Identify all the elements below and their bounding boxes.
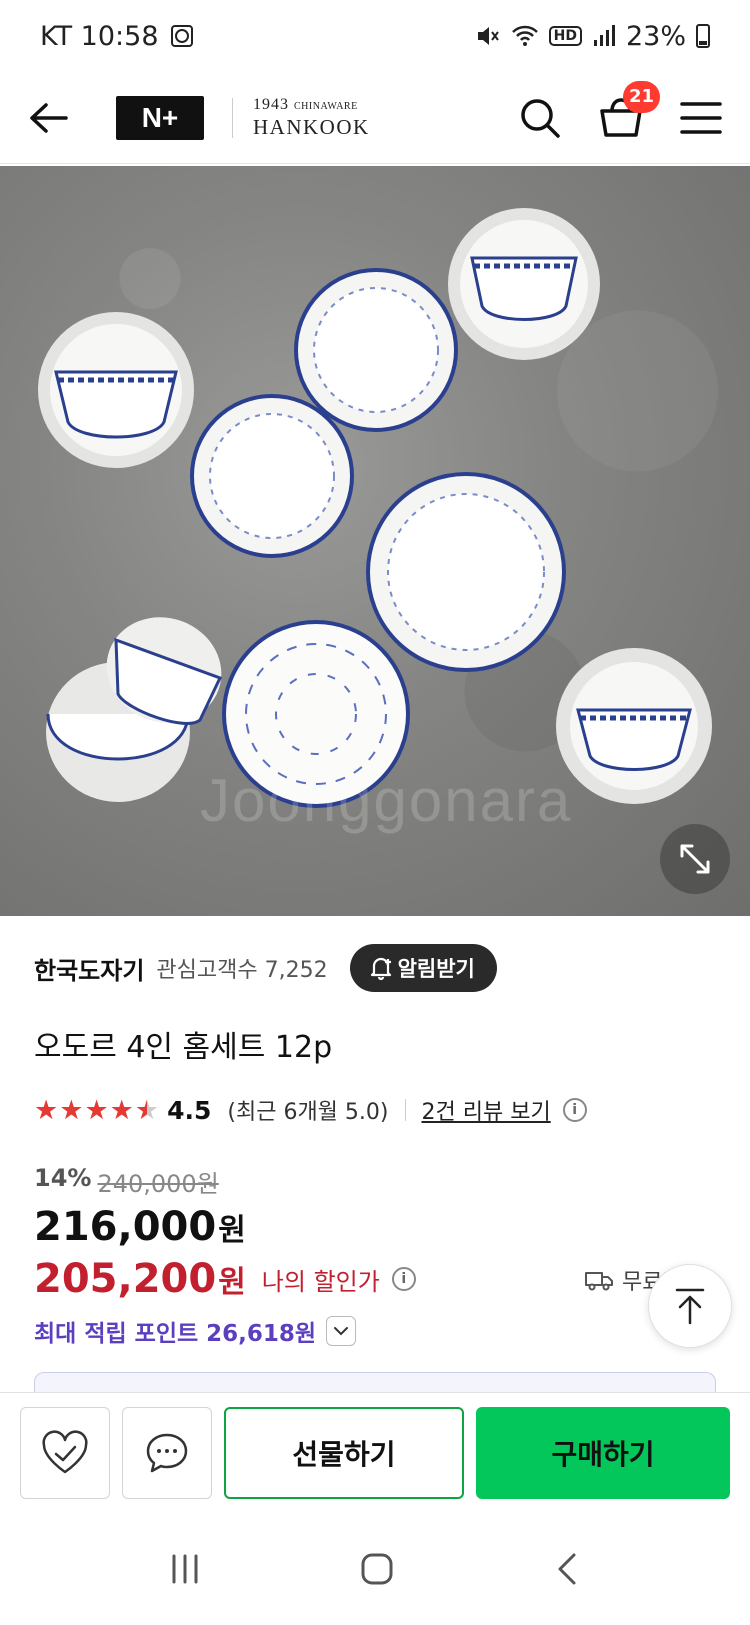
points-expand-button[interactable] bbox=[326, 1316, 357, 1346]
rating-score: 4.5 bbox=[167, 1095, 212, 1125]
buy-button[interactable]: 구매하기 bbox=[476, 1406, 731, 1499]
status-left: KT 10:58 bbox=[40, 21, 193, 52]
battery-icon bbox=[696, 24, 710, 48]
brand-logo[interactable]: 1943 CHINAWARE HANKOOK bbox=[253, 97, 370, 138]
watermark: Joonggonara bbox=[200, 767, 573, 834]
seller-name[interactable]: 한국도자기 bbox=[34, 951, 144, 986]
status-right: HD 23% bbox=[475, 21, 710, 52]
brand-sub: CHINAWARE bbox=[294, 101, 358, 112]
status-bar: KT 10:58 HD 23% bbox=[0, 0, 750, 72]
my-price-label: 나의 할인가 bbox=[261, 1267, 380, 1296]
battery-percent: 23% bbox=[625, 20, 686, 52]
alarm-label: 알림받기 bbox=[397, 957, 475, 981]
product-title: 오도르 4인 홈세트 12p bbox=[34, 1030, 333, 1065]
chevron-down-icon bbox=[334, 1327, 349, 1336]
heart-check-icon bbox=[42, 1430, 88, 1473]
header-divider bbox=[232, 97, 233, 138]
scroll-to-top-button[interactable] bbox=[648, 1264, 732, 1348]
my-discount-price: 205,200 bbox=[34, 1256, 217, 1302]
star-icon: ★ bbox=[34, 1094, 59, 1126]
expand-image-button[interactable] bbox=[660, 824, 730, 894]
brand-year: 1943 bbox=[253, 96, 289, 113]
recent-rating: (최근 6개월 5.0) bbox=[227, 1100, 389, 1125]
points-label: 최대 적립 포인트 26,618원 bbox=[34, 1321, 317, 1347]
carrier-time: KT 10:58 bbox=[40, 20, 159, 52]
my-price-unit: 원 bbox=[218, 1265, 246, 1300]
review-link[interactable]: 2건 리뷰 보기 bbox=[422, 1094, 551, 1126]
app-header: N+ 1943 CHINAWARE HANKOOK 21 bbox=[0, 72, 750, 164]
hd-badge: HD bbox=[548, 26, 582, 46]
signal-icon bbox=[593, 25, 615, 46]
discount-row: 14% 240,000원 bbox=[34, 1164, 219, 1199]
naver-plus-logo[interactable]: N+ bbox=[116, 95, 204, 140]
back-button[interactable] bbox=[28, 94, 76, 142]
star-icon: ★ bbox=[59, 1094, 84, 1126]
back-nav-icon[interactable] bbox=[552, 1551, 582, 1587]
menu-icon[interactable] bbox=[680, 101, 722, 135]
points-row: 최대 적립 포인트 26,618원 bbox=[34, 1314, 357, 1348]
sale-price: 216,000 bbox=[34, 1204, 217, 1250]
interest-count: 관심고객수 7,252 bbox=[156, 958, 328, 983]
price-row: 216,000 원 bbox=[34, 1204, 246, 1250]
star-icon: ★ bbox=[84, 1094, 109, 1126]
star-rating: ★ ★ ★ ★ ★ bbox=[34, 1095, 159, 1126]
mute-icon bbox=[477, 27, 499, 45]
alarm-clock-icon bbox=[170, 25, 193, 47]
chat-bubble-icon bbox=[146, 1433, 188, 1472]
seller-row: 한국도자기 관심고객수 7,252 알림받기 bbox=[34, 944, 497, 992]
brand-name: HANKOOK bbox=[253, 115, 370, 139]
search-icon[interactable] bbox=[518, 96, 562, 140]
bell-plus-icon bbox=[370, 957, 391, 981]
price-unit: 원 bbox=[218, 1213, 246, 1248]
bottom-action-bar: 선물하기 구매하기 bbox=[0, 1392, 750, 1512]
alarm-button[interactable]: 알림받기 bbox=[349, 944, 497, 992]
arrow-up-icon bbox=[675, 1288, 705, 1325]
rating-separator bbox=[404, 1099, 406, 1121]
wifi-icon bbox=[511, 25, 538, 46]
arrow-left-icon bbox=[30, 102, 68, 133]
system-nav-bar bbox=[0, 1512, 750, 1625]
original-price: 240,000원 bbox=[97, 1170, 219, 1198]
chat-button[interactable] bbox=[121, 1406, 212, 1499]
info-icon[interactable]: i bbox=[391, 1267, 416, 1291]
discount-percent: 14% bbox=[34, 1164, 92, 1192]
star-icon: ★ bbox=[109, 1094, 134, 1126]
product-image[interactable]: Joonggonara bbox=[0, 166, 750, 916]
half-star-icon: ★ bbox=[134, 1094, 160, 1126]
info-icon[interactable]: i bbox=[562, 1098, 587, 1122]
wishlist-button[interactable] bbox=[20, 1406, 110, 1499]
recent-apps-icon[interactable] bbox=[168, 1552, 202, 1586]
expand-icon bbox=[680, 844, 710, 874]
cart-button[interactable]: 21 bbox=[598, 80, 660, 141]
brand-top-line: 1943 CHINAWARE bbox=[253, 97, 370, 113]
logo-text: N+ bbox=[141, 101, 179, 133]
cart-count-badge: 21 bbox=[622, 80, 660, 113]
home-icon[interactable] bbox=[359, 1551, 395, 1587]
truck-icon bbox=[585, 1272, 613, 1291]
gift-button[interactable]: 선물하기 bbox=[223, 1406, 465, 1499]
header-actions: 21 bbox=[518, 80, 722, 141]
rating-row: ★ ★ ★ ★ ★ 4.5 (최근 6개월 5.0) 2건 리뷰 보기 i bbox=[34, 1092, 587, 1128]
my-price-row: 205,200 원 나의 할인가 i bbox=[34, 1256, 416, 1302]
